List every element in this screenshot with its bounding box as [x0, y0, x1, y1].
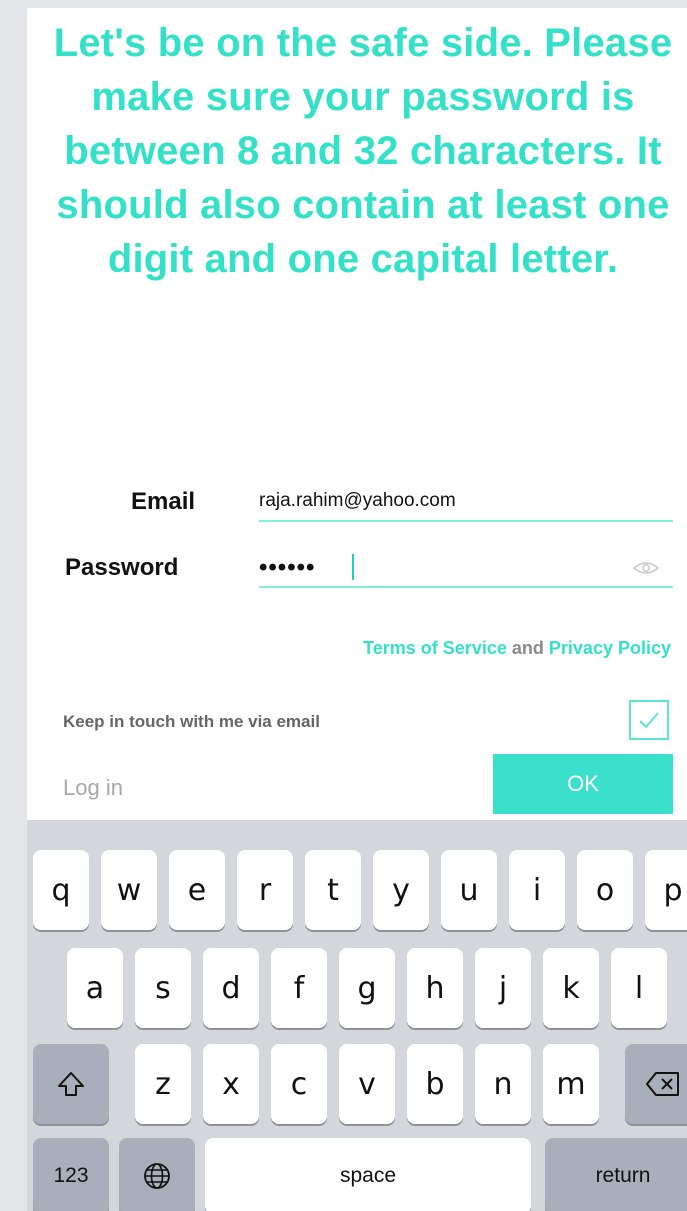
key-f[interactable]: f: [271, 948, 327, 1028]
signup-form: Let's be on the safe side. Please make s…: [27, 8, 687, 820]
numbers-key[interactable]: 123: [33, 1138, 109, 1211]
globe-key[interactable]: [119, 1138, 195, 1211]
key-m[interactable]: m: [543, 1044, 599, 1124]
key-u[interactable]: u: [441, 850, 497, 930]
key-i[interactable]: i: [509, 850, 565, 930]
key-a[interactable]: a: [67, 948, 123, 1028]
return-key[interactable]: return: [545, 1138, 687, 1211]
key-k[interactable]: k: [543, 948, 599, 1028]
legal-links: Terms of Service and Privacy Policy: [27, 638, 671, 659]
password-label: Password: [65, 554, 179, 581]
key-v[interactable]: v: [339, 1044, 395, 1124]
text-cursor: [352, 554, 354, 580]
on-screen-keyboard: q w e r t y u i o p a s d f g h j k l z …: [27, 820, 687, 1211]
log-in-link[interactable]: Log in: [63, 775, 123, 801]
key-b[interactable]: b: [407, 1044, 463, 1124]
key-j[interactable]: j: [475, 948, 531, 1028]
password-requirements-headline: Let's be on the safe side. Please make s…: [53, 21, 673, 281]
shift-key[interactable]: [33, 1044, 109, 1124]
key-o[interactable]: o: [577, 850, 633, 930]
key-z[interactable]: z: [135, 1044, 191, 1124]
ok-button[interactable]: OK: [493, 754, 673, 814]
key-s[interactable]: s: [135, 948, 191, 1028]
key-l[interactable]: l: [611, 948, 667, 1028]
key-r[interactable]: r: [237, 850, 293, 930]
password-underline: [259, 586, 673, 588]
terms-of-service-link[interactable]: Terms of Service: [363, 638, 507, 658]
privacy-policy-link[interactable]: Privacy Policy: [549, 638, 671, 658]
key-y[interactable]: y: [373, 850, 429, 930]
key-x[interactable]: x: [203, 1044, 259, 1124]
key-q[interactable]: q: [33, 850, 89, 930]
space-key[interactable]: space: [205, 1138, 531, 1211]
email-underline: [259, 520, 673, 522]
delete-key[interactable]: [625, 1044, 687, 1124]
phone-screen: Let's be on the safe side. Please make s…: [27, 8, 687, 1211]
checkmark-icon: [639, 712, 659, 729]
key-p[interactable]: p: [645, 850, 687, 930]
key-h[interactable]: h: [407, 948, 463, 1028]
key-e[interactable]: e: [169, 850, 225, 930]
email-label: Email: [131, 488, 196, 515]
key-t[interactable]: t: [305, 850, 361, 930]
backspace-icon: [646, 1072, 679, 1096]
password-field[interactable]: ••••••: [259, 554, 315, 582]
email-field[interactable]: raja.rahim@yahoo.com: [259, 490, 456, 512]
key-c[interactable]: c: [271, 1044, 327, 1124]
key-g[interactable]: g: [339, 948, 395, 1028]
key-w[interactable]: w: [101, 850, 157, 930]
legal-and-text: and: [511, 638, 544, 658]
key-n[interactable]: n: [475, 1044, 531, 1124]
keep-in-touch-checkbox[interactable]: [629, 700, 669, 740]
shift-arrow-icon: [58, 1072, 84, 1096]
key-d[interactable]: d: [203, 948, 259, 1028]
show-password-eye-icon[interactable]: [633, 560, 659, 576]
keep-in-touch-label: Keep in touch with me via email: [63, 712, 320, 731]
globe-icon: [144, 1163, 170, 1189]
